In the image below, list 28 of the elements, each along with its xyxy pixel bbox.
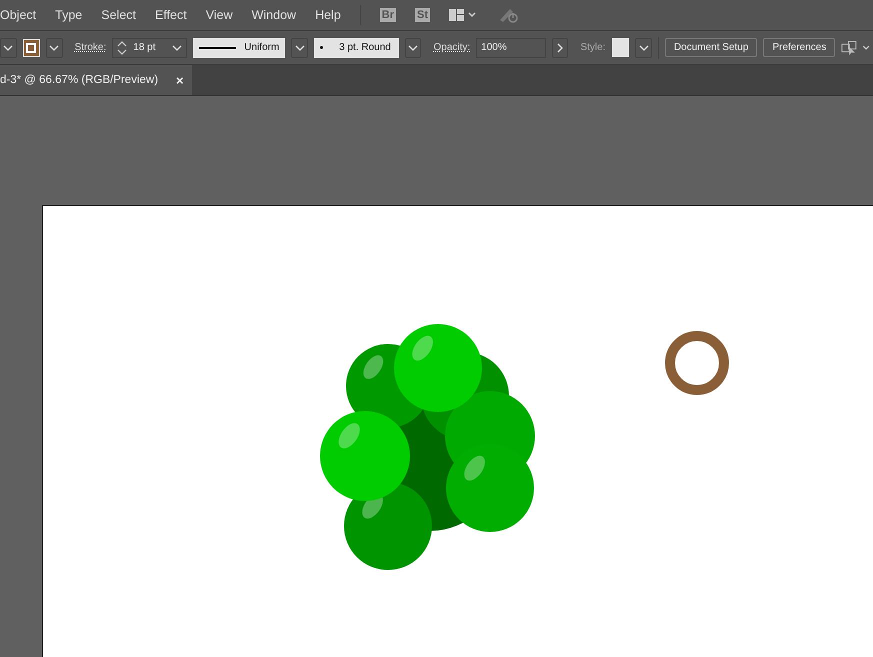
dot-icon (320, 46, 324, 49)
menu-item[interactable]: Type (55, 8, 82, 22)
profile-dropdown[interactable]: Uniform (193, 38, 286, 58)
style-label: Style: (580, 42, 606, 53)
stepper-icon[interactable] (117, 40, 128, 56)
tab-title: d-3* @ 66.67% (RGB/Preview) (0, 74, 158, 86)
menu-item[interactable]: Select (101, 8, 136, 22)
menu-item[interactable]: Object (0, 8, 36, 22)
close-button[interactable]: × (176, 72, 184, 88)
app-button[interactable]: St (415, 8, 430, 22)
style-swatch[interactable] (612, 38, 630, 57)
ring-shape (664, 330, 730, 396)
toolbar-button[interactable]: Preferences (763, 38, 836, 57)
app-button[interactable]: Br (380, 8, 396, 22)
menu-item[interactable]: Effect (155, 8, 187, 22)
stroke-field[interactable]: 18 pt (112, 38, 188, 58)
toolbar-button[interactable]: Document Setup (664, 38, 758, 57)
stroke-swatch[interactable] (22, 38, 40, 56)
caret-icon[interactable] (172, 44, 182, 50)
chevron-right-icon[interactable] (552, 38, 568, 58)
stroke-label: Stroke: (74, 42, 106, 53)
menu-item[interactable]: Window (252, 8, 296, 22)
menu-item[interactable]: View (206, 8, 233, 22)
opacity-field[interactable]: 100% (476, 38, 546, 58)
menu-item[interactable]: Help (315, 8, 341, 22)
document-tab[interactable]: d-3* @ 66.67% (RGB/Preview) × (0, 65, 192, 95)
opacity-label: Opacity: (433, 42, 470, 53)
brush-dropdown[interactable]: 3 pt. Round (314, 38, 399, 58)
